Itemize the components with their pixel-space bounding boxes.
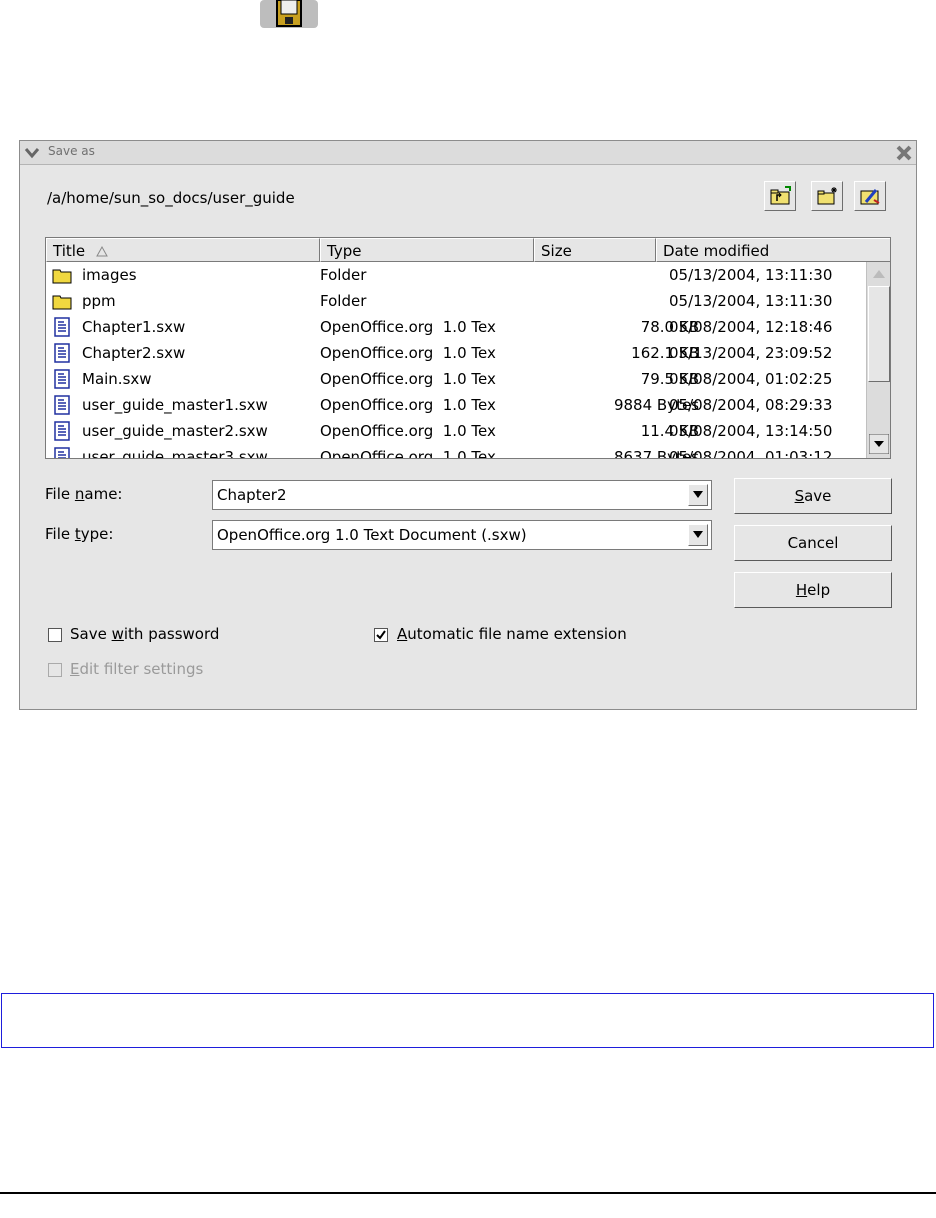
scroll-thumb[interactable] — [868, 286, 890, 382]
column-header-type[interactable]: Type — [320, 238, 534, 262]
file-row[interactable]: Chapter1.sxw OpenOffice.org 1.0 Tex 78.0 K… — [46, 315, 866, 341]
file-date-cell: 05/08/2004, 08:29:33 — [669, 396, 833, 414]
file-list: Title Type Size Date modified images Fold… — [45, 237, 891, 459]
chevron-down-icon — [693, 531, 703, 538]
file-row[interactable]: user_guide_master1.sxw OpenOffice.org 1.0… — [46, 393, 866, 419]
page-divider — [0, 1192, 936, 1194]
new-folder-button[interactable] — [811, 181, 843, 211]
file-name-value[interactable]: Chapter2 — [217, 486, 287, 504]
automatic-extension-label[interactable]: Automatic file name extension — [397, 625, 627, 643]
column-title-label: Title — [53, 242, 86, 260]
edit-filter-settings-label: Edit filter settings — [70, 660, 204, 678]
checkmark-icon — [376, 630, 386, 640]
file-date-cell: 05/13/2004, 13:11:30 — [669, 266, 833, 284]
file-date-cell: 05/08/2004, 12:18:46 — [669, 318, 833, 336]
file-type-combo[interactable]: OpenOffice.org 1.0 Text Document (.sxw) — [212, 520, 712, 550]
document-icon — [52, 369, 72, 389]
file-name-cell: user_guide_master3.sxw — [82, 448, 268, 459]
folder-up-icon — [770, 186, 791, 205]
file-row[interactable]: user_guide_master3.sxw OpenOffice.org 1.0… — [46, 445, 866, 459]
edit-filter-settings-checkbox[interactable] — [48, 663, 62, 677]
file-type-cell: OpenOffice.org 1.0 Tex — [320, 448, 496, 459]
file-row[interactable]: user_guide_master2.sxw OpenOffice.org 1.0… — [46, 419, 866, 445]
file-name-cell: Chapter1.sxw — [82, 318, 186, 336]
file-row[interactable]: ppm Folder 05/13/2004, 13:11:30 — [46, 289, 866, 315]
document-icon — [52, 343, 72, 363]
cancel-button[interactable]: Cancel — [734, 525, 892, 561]
file-name-cell: Chapter2.sxw — [82, 344, 186, 362]
file-name-dropdown-button[interactable] — [688, 484, 708, 506]
dialog-title: Save as — [48, 144, 95, 158]
column-header-date[interactable]: Date modified — [656, 238, 890, 262]
sort-ascending-icon — [96, 245, 108, 257]
title-bar: Save as — [20, 141, 916, 165]
document-icon — [52, 447, 72, 458]
folder-icon — [52, 265, 72, 285]
window-menu-icon[interactable] — [24, 145, 40, 161]
default-directory-button[interactable] — [854, 181, 886, 211]
save-with-password-label[interactable]: Save with password — [70, 625, 219, 643]
device-icon — [260, 0, 318, 28]
file-name-cell: images — [82, 266, 137, 284]
document-icon — [52, 317, 72, 337]
folder-up-button[interactable] — [764, 181, 796, 211]
file-name-combo[interactable]: Chapter2 — [212, 480, 712, 510]
column-date-label: Date modified — [663, 242, 770, 260]
file-date-cell: 05/08/2004, 01:03:12 — [669, 448, 833, 459]
chevron-down-icon — [693, 491, 703, 498]
new-folder-icon — [817, 187, 837, 205]
file-type-label: File type: — [45, 525, 114, 543]
close-icon[interactable] — [894, 143, 914, 163]
file-date-cell: 05/08/2004, 01:02:25 — [669, 370, 833, 388]
folder-icon — [52, 291, 72, 311]
scroll-down-icon[interactable] — [869, 434, 889, 454]
file-date-cell: 05/08/2004, 13:14:50 — [669, 422, 833, 440]
column-size-label: Size — [541, 242, 572, 260]
empty-bordered-box — [1, 993, 934, 1048]
scroll-up-icon[interactable] — [869, 264, 889, 284]
file-row[interactable]: Main.sxw OpenOffice.org 1.0 Tex 79.5 KB 05/… — [46, 367, 866, 393]
file-date-cell: 05/13/2004, 13:11:30 — [669, 292, 833, 310]
file-row[interactable]: images Folder 05/13/2004, 13:11:30 — [46, 263, 866, 289]
file-row[interactable]: Chapter2.sxw OpenOffice.org 1.0 Tex 162.1 … — [46, 341, 866, 367]
document-icon — [52, 421, 72, 441]
file-name-cell: user_guide_master1.sxw — [82, 396, 268, 414]
file-type-cell: OpenOffice.org 1.0 Tex — [320, 344, 496, 362]
file-type-cell: OpenOffice.org 1.0 Tex — [320, 370, 496, 388]
save-as-dialog: Save as /a/home/sun_so_docs/user_guide T… — [19, 140, 917, 710]
file-name-cell: Main.sxw — [82, 370, 152, 388]
file-date-cell: 05/13/2004, 23:09:52 — [669, 344, 833, 362]
file-type-cell: OpenOffice.org 1.0 Tex — [320, 396, 496, 414]
file-type-cell: Folder — [320, 266, 367, 284]
file-type-cell: OpenOffice.org 1.0 Tex — [320, 318, 496, 336]
file-name-label: File name: — [45, 485, 123, 503]
file-name-cell: user_guide_master2.sxw — [82, 422, 268, 440]
help-button[interactable]: Help — [734, 572, 892, 608]
current-path: /a/home/sun_so_docs/user_guide — [47, 189, 295, 207]
column-header-title[interactable]: Title — [46, 238, 320, 262]
save-button[interactable]: Save — [734, 478, 892, 514]
file-type-cell: Folder — [320, 292, 367, 310]
column-header-size[interactable]: Size — [534, 238, 656, 262]
automatic-extension-checkbox[interactable] — [374, 628, 388, 642]
file-name-cell: ppm — [82, 292, 116, 310]
file-type-dropdown-button[interactable] — [688, 524, 708, 546]
column-type-label: Type — [327, 242, 362, 260]
document-icon — [52, 395, 72, 415]
vertical-scrollbar[interactable] — [866, 262, 890, 458]
save-with-password-checkbox[interactable] — [48, 628, 62, 642]
file-type-value[interactable]: OpenOffice.org 1.0 Text Document (.sxw) — [217, 526, 527, 544]
default-directory-icon — [860, 189, 880, 205]
file-type-cell: OpenOffice.org 1.0 Tex — [320, 422, 496, 440]
